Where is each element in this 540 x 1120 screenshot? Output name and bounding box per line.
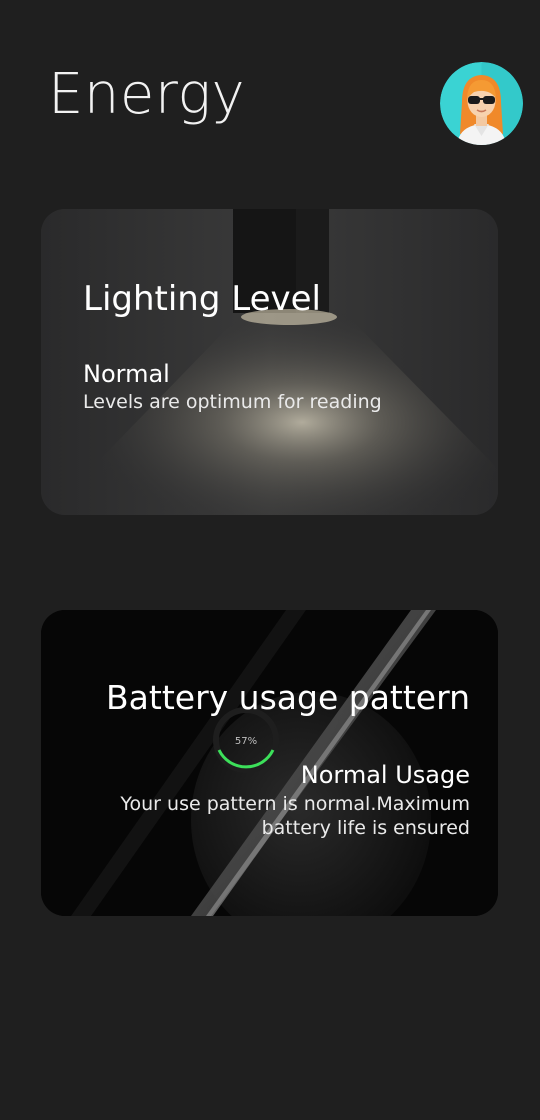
battery-description: Your use pattern is normal.Maximum batte…: [120, 793, 470, 839]
lighting-level-card[interactable]: Lighting Level Normal Levels are optimum…: [41, 209, 498, 515]
user-avatar-icon: [440, 62, 523, 145]
lighting-status: Normal: [83, 360, 170, 388]
lighting-card-title: Lighting Level: [83, 279, 321, 319]
user-avatar[interactable]: [440, 62, 523, 145]
battery-usage-card[interactable]: 57% Battery usage pattern Normal Usage Y…: [41, 610, 498, 916]
charge-percent-text: 57%: [235, 736, 257, 747]
battery-status: Normal Usage: [300, 761, 470, 789]
lighting-description: Levels are optimum for reading: [83, 391, 382, 413]
page-title: Energy: [48, 62, 246, 127]
battery-card-title: Battery usage pattern: [106, 678, 470, 717]
